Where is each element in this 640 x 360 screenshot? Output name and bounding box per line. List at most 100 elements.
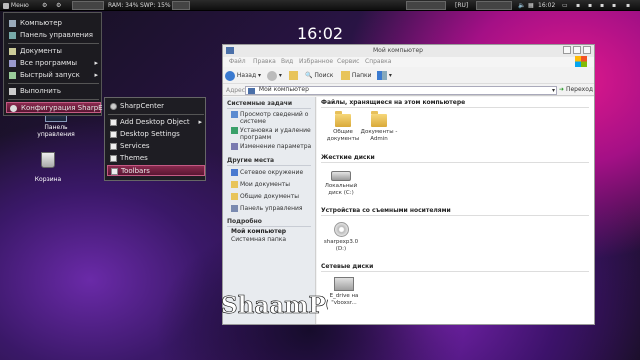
submenu-item-label: Add Desktop Object (120, 118, 190, 126)
details-header: Подробно (227, 218, 262, 225)
menu-edit[interactable]: Правка (253, 58, 276, 65)
minimize-button[interactable] (563, 46, 571, 54)
place-shared-documents[interactable]: Общие документы (231, 193, 313, 200)
place-network[interactable]: Сетевое окружение (231, 169, 313, 176)
tray-icon-d[interactable]: ▪ (612, 1, 616, 10)
submenu-item-toolbars[interactable]: Toolbars (107, 165, 205, 176)
programs-icon (231, 127, 238, 134)
submenu-item-sharpcenter[interactable]: SharpCenter (107, 101, 205, 112)
menu-tools[interactable]: Сервис (337, 58, 359, 65)
address-input[interactable]: Мой компьютер ▾ (245, 86, 557, 95)
menu-item-run[interactable]: Выполнить (6, 86, 101, 97)
section-hard-disks: Жесткие диски (321, 154, 375, 161)
submenu-item-add-desktop-object[interactable]: Add Desktop Object ▸ (107, 117, 205, 128)
submenu-item-desktop-settings[interactable]: Desktop Settings (107, 129, 205, 140)
maximize-button[interactable] (573, 46, 581, 54)
folders-icon (341, 71, 350, 80)
menu-file[interactable]: Файл (229, 58, 246, 65)
task-add-remove-programs[interactable]: Установка и удаление программ (231, 127, 313, 141)
menu-button[interactable]: Меню (3, 1, 29, 10)
tray-slot[interactable] (406, 1, 446, 10)
place-my-documents[interactable]: Мои документы (231, 181, 313, 188)
content-area: Файлы, хранящиеся на этом компьютере Общ… (317, 97, 594, 324)
desktop-icon-recycle-bin[interactable]: Корзина (18, 152, 78, 183)
menu-view[interactable]: Вид (281, 58, 293, 65)
task-change-setting[interactable]: Изменение параметра (231, 143, 313, 150)
menu-help[interactable]: Справка (365, 58, 391, 65)
item-cd-drive[interactable]: sharpexp3.0 (D:) (319, 218, 363, 252)
menu-favorites[interactable]: Избранное (299, 58, 333, 65)
item-label: sharpexp3.0 (D:) (323, 239, 359, 252)
section-removable: Устройства со съемными носителями (321, 207, 451, 214)
menu-item-quick-launch[interactable]: Быстрый запуск ▸ (6, 70, 101, 81)
chevron-down-icon[interactable]: ▾ (552, 87, 555, 94)
menu-separator (8, 83, 99, 84)
forward-button[interactable]: ▾ (267, 70, 282, 81)
chevron-right-icon: ▸ (94, 59, 98, 67)
address-bar: Адрес: Мой компьютер ▾ ➜ Переход (223, 85, 594, 96)
quick-launch-icon (9, 72, 16, 79)
folders-label: Папки (351, 72, 372, 79)
task-label: Установка и удаление программ (240, 127, 311, 141)
submenu-item-label: Toolbars (121, 167, 150, 175)
views-button[interactable]: ▾ (377, 70, 392, 81)
menu-item-label: Все программы (20, 59, 77, 67)
go-button[interactable]: ➜ Переход (559, 86, 593, 93)
tray-icon-e[interactable]: ▪ (626, 1, 630, 10)
folders-button[interactable]: Папки (341, 70, 372, 81)
tray-slot-2[interactable] (476, 1, 512, 10)
documents-icon (9, 48, 16, 55)
window-titlebar[interactable]: Мой компьютер (223, 45, 594, 57)
back-label: Назад (236, 72, 257, 79)
menu-item-computer[interactable]: Компьютер (6, 18, 101, 29)
item-icon (110, 131, 117, 138)
divider (321, 215, 589, 216)
item-admin-documents[interactable]: Документы - Admin (357, 111, 401, 142)
submenu-item-services[interactable]: Services (107, 141, 205, 152)
back-button[interactable]: Назад ▾ (225, 70, 261, 81)
computer-icon (9, 20, 16, 27)
menu-item-all-programs[interactable]: Все программы ▸ (6, 58, 101, 69)
swap-indicator: SWP: 15% (140, 2, 171, 9)
start-menu: Компьютер Панель управления Документы Вс… (3, 12, 103, 116)
close-button[interactable] (583, 46, 591, 54)
task-box[interactable] (72, 1, 104, 10)
network-icon (231, 169, 238, 176)
menu-item-label: Панель управления (20, 31, 93, 39)
search-label: Поиск (314, 72, 334, 79)
submenu-item-themes[interactable]: Themes (107, 153, 205, 164)
volume-icon[interactable]: 🔈 (518, 1, 525, 10)
menu-separator (108, 114, 204, 115)
tray-icon-c[interactable]: ▪ (600, 1, 604, 10)
task-view-system-info[interactable]: Просмотр сведений о системе (231, 111, 313, 125)
place-label: Общие документы (240, 193, 299, 200)
monitor-icon[interactable]: ▭ (562, 1, 568, 10)
gear-icon[interactable]: ⚙ (42, 1, 47, 10)
divider (321, 271, 589, 272)
config-icon (10, 105, 17, 112)
language-indicator[interactable]: [RU] (455, 1, 468, 10)
item-icon (110, 143, 117, 150)
tray-icon-a[interactable]: ▪ (576, 1, 580, 10)
control-panel-icon (231, 205, 238, 212)
menu-item-control-panel[interactable]: Панель управления (6, 30, 101, 41)
submenu-item-label: Desktop Settings (120, 130, 180, 138)
svg-text:ShaamPC: ShaamPC (221, 292, 328, 319)
section-network-drives: Сетевые диски (321, 263, 374, 270)
menu-item-sharpe-config[interactable]: Конфигурация SharpE (6, 102, 103, 113)
task-label: Просмотр сведений о системе (240, 111, 309, 125)
place-control-panel[interactable]: Панель управления (231, 205, 313, 212)
tray-box[interactable] (172, 1, 190, 10)
network-icon[interactable]: ▦ (528, 1, 534, 10)
up-button[interactable] (289, 70, 298, 81)
menu-item-documents[interactable]: Документы (6, 46, 101, 57)
search-button[interactable]: 🔍 Поиск (305, 70, 333, 81)
settings-icon[interactable]: ⚙ (56, 1, 61, 10)
submenu-item-label: Services (120, 142, 150, 150)
item-local-disk[interactable]: Локальный диск (C:) (319, 168, 363, 196)
item-icon (110, 155, 117, 162)
divider (227, 165, 311, 166)
tray-icon-b[interactable]: ▪ (588, 1, 592, 10)
menu-label: Меню (10, 2, 29, 9)
address-value: Мой компьютер (258, 86, 309, 93)
